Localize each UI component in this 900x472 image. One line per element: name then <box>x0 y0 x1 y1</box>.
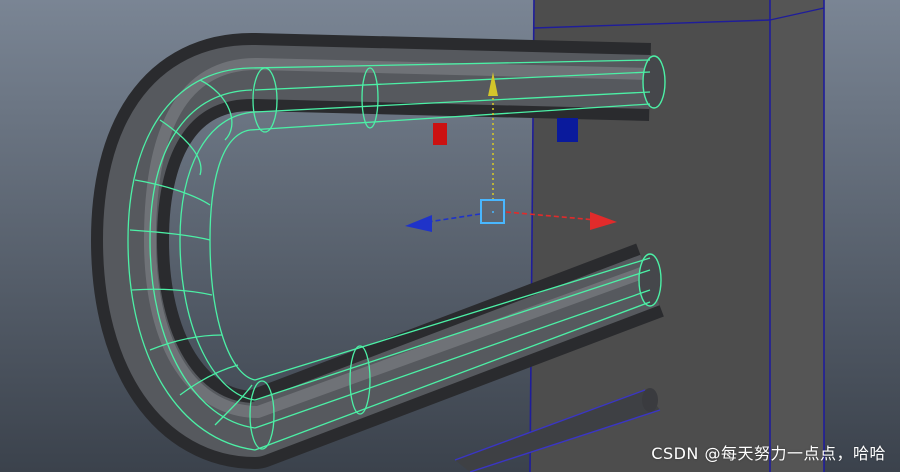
viewport-scene[interactable] <box>0 0 900 472</box>
watermark-text: CSDN @每天努力一点点，哈哈 <box>651 444 886 463</box>
z-plane-handle[interactable] <box>557 118 578 142</box>
3d-viewport[interactable]: CSDN @每天努力一点点，哈哈 <box>0 0 900 472</box>
x-plane-handle[interactable] <box>433 123 447 145</box>
